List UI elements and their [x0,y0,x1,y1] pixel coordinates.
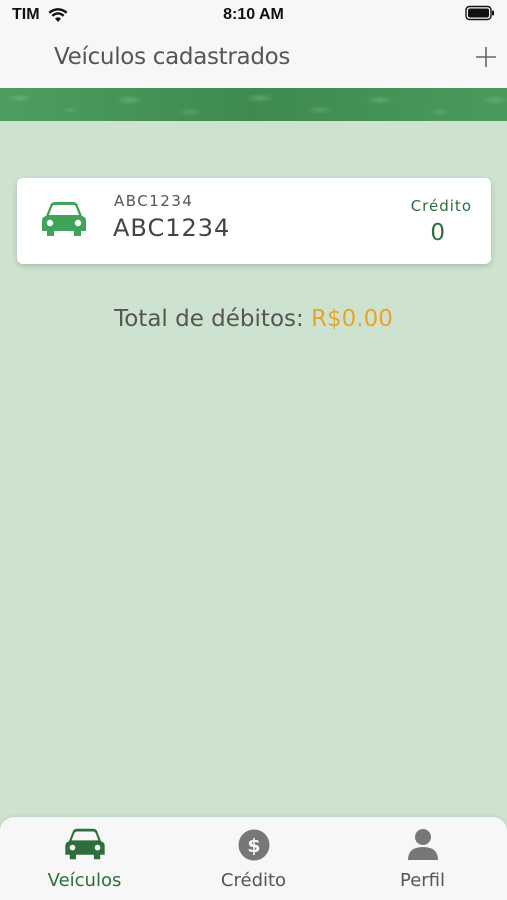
user-icon [407,829,438,860]
status-right [465,5,495,26]
credit-value: 0 [430,220,445,246]
navigation-bar: Veículos cadastrados [0,34,507,88]
page-title: Veículos cadastrados [54,44,291,70]
tab-credit-label: Crédito [220,870,287,891]
tab-vehicles[interactable]: Veículos [0,817,169,900]
total-debits-label: Total de débitos: [114,306,304,332]
status-bar: TIM 8:10 AM [0,0,507,34]
car-icon [42,202,86,236]
vehicle-plate: ABC1234 [113,214,231,242]
battery-icon [465,5,494,21]
add-vehicle-button[interactable] [473,44,499,70]
dollar-coin-icon: $ [238,829,269,861]
credit-label: Crédito [410,197,472,215]
car-icon [64,828,105,860]
vehicle-plate-label: ABC1234 [114,192,194,210]
status-time: 8:10 AM [223,6,284,23]
tab-credit[interactable]: $ Crédito [169,817,338,900]
total-debits-value: R$0.00 [311,306,393,332]
tab-vehicles-label: Veículos [47,870,122,891]
leaf-pattern-banner [0,88,507,121]
vehicle-card[interactable]: ABC1234 ABC1234 Crédito 0 [17,178,491,264]
tab-profile[interactable]: Perfil [338,817,507,900]
tab-profile-label: Perfil [399,870,446,891]
total-debits: Total de débitos: R$0.00 [0,306,507,332]
tab-bar: Veículos $ Crédito Perfil [0,817,507,900]
svg-text:$: $ [247,835,260,857]
